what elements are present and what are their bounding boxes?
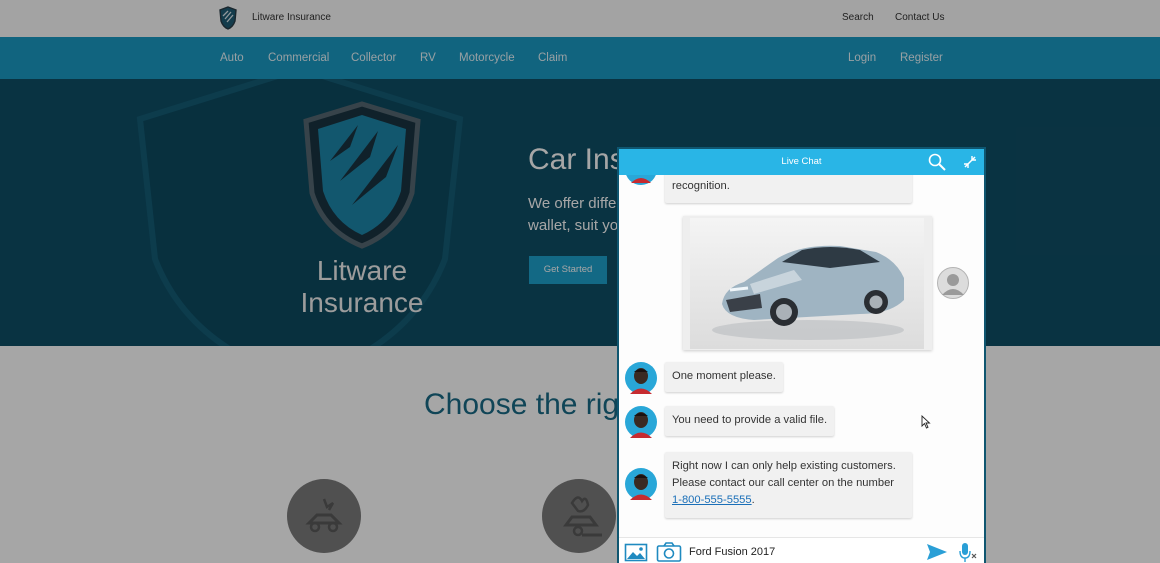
chat-messages[interactable]: recognition. One moment please. You need… xyxy=(619,175,984,537)
image-icon[interactable] xyxy=(624,541,648,563)
message-text: recognition. xyxy=(672,180,730,192)
live-chat-window: Live Chat recognition. One moment please… xyxy=(617,147,986,563)
message-phone-line: 1-800-555-5555. xyxy=(672,492,905,509)
agent-avatar-icon xyxy=(625,362,657,394)
user-avatar-icon xyxy=(937,267,969,299)
chat-input-bar xyxy=(619,537,984,563)
message-text: Right now I can only help existing custo… xyxy=(672,460,896,472)
chat-message-agent: recognition. xyxy=(665,175,912,203)
message-text: Please contact our call center on the nu… xyxy=(672,477,895,489)
agent-avatar-icon xyxy=(626,175,656,185)
agent-avatar-icon xyxy=(625,468,657,500)
uploaded-image-message[interactable] xyxy=(683,216,932,350)
message-text: One moment please. xyxy=(672,370,776,382)
message-text: You need to provide a valid file. xyxy=(672,414,828,426)
website-background: Litware Insurance Search Contact Us Auto… xyxy=(0,0,1160,563)
chat-message-input[interactable] xyxy=(689,543,919,561)
agent-avatar-icon xyxy=(625,406,657,438)
chat-message-agent: You need to provide a valid file. xyxy=(665,406,835,436)
chat-message-agent: Right now I can only help existing custo… xyxy=(665,452,912,518)
microphone-icon[interactable] xyxy=(957,541,979,563)
car-photo[interactable] xyxy=(690,218,924,349)
camera-icon[interactable] xyxy=(656,541,682,563)
message-text: . xyxy=(751,494,755,506)
search-icon[interactable] xyxy=(927,152,947,172)
send-icon[interactable] xyxy=(926,541,948,563)
chat-header: Live Chat xyxy=(619,149,984,175)
phone-number-link[interactable]: 1-800-555-5555 xyxy=(672,494,752,506)
chat-message-agent: One moment please. xyxy=(665,362,783,392)
mouse-cursor-icon xyxy=(921,415,931,429)
minimize-icon[interactable] xyxy=(960,152,980,172)
modal-dim-overlay xyxy=(0,0,1160,563)
